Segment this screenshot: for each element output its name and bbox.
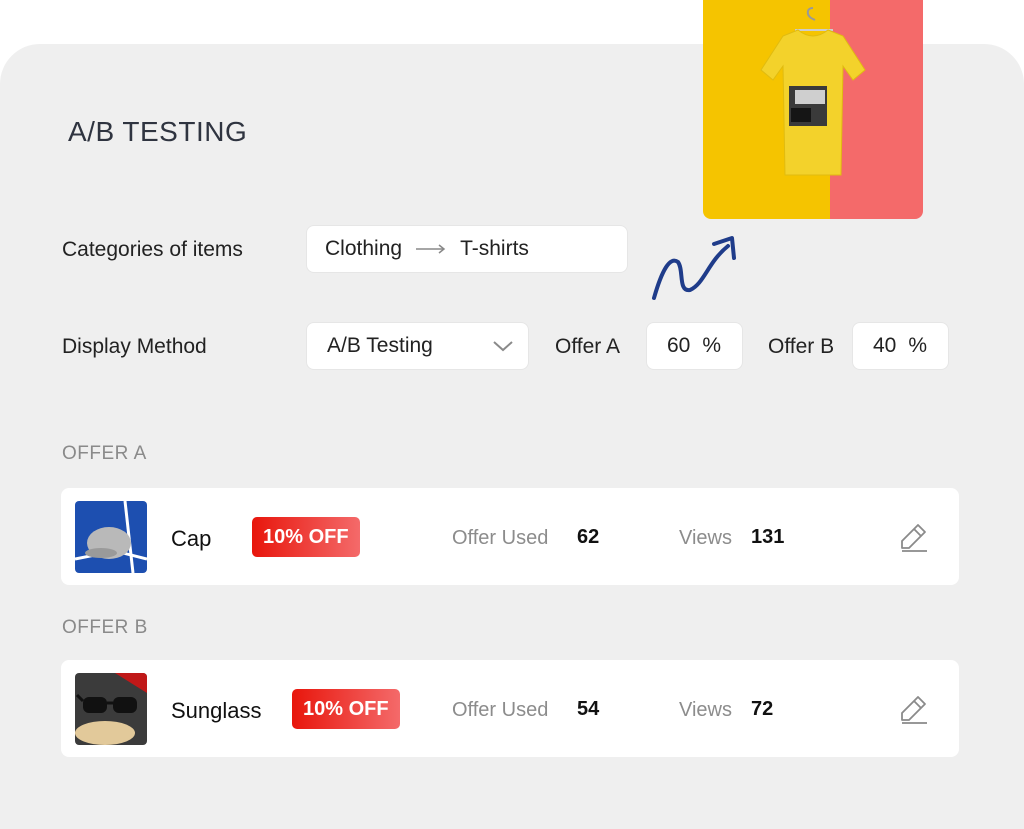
- offer-used-label: Offer Used: [452, 527, 549, 549]
- sunglass-thumbnail: [75, 673, 147, 745]
- offer-b-percent-value: 40: [873, 334, 897, 357]
- cap-thumbnail: [75, 501, 147, 573]
- product-name: Cap: [171, 526, 212, 551]
- offer-b-percent-input[interactable]: 40 %: [852, 322, 949, 370]
- categories-label: Categories of items: [62, 238, 243, 261]
- edit-pencil-icon[interactable]: [899, 694, 929, 724]
- offer-a-percent-input[interactable]: 60 %: [646, 322, 743, 370]
- display-method-select[interactable]: A/B Testing: [306, 322, 529, 370]
- offer-a-percent-value: 60: [667, 334, 691, 357]
- category-from: Clothing: [325, 237, 403, 260]
- discount-badge: 10% OFF: [252, 517, 360, 557]
- edit-pencil-icon[interactable]: [899, 522, 929, 552]
- offer-b-section-label: OFFER B: [62, 617, 148, 638]
- views-label: Views: [679, 699, 732, 721]
- tshirt-product-image: [703, 0, 923, 219]
- hand-drawn-arrow-icon: [652, 236, 736, 300]
- arrow-right-icon: [416, 244, 446, 254]
- display-method-value: A/B Testing: [327, 334, 433, 357]
- product-name: Sunglass: [171, 698, 262, 723]
- category-path-field[interactable]: Clothing T-shirts: [306, 225, 628, 273]
- offer-b-card: Sunglass 10% OFF Offer Used 54 Views 72: [61, 660, 959, 757]
- display-method-label: Display Method: [62, 335, 207, 358]
- offer-a-label: Offer A: [555, 335, 620, 358]
- page-title: A/B TESTING: [68, 116, 248, 147]
- category-to: T-shirts: [460, 237, 529, 260]
- offer-used-label: Offer Used: [452, 699, 549, 721]
- offer-b-label: Offer B: [768, 335, 835, 358]
- views-value: 131: [751, 526, 785, 548]
- offer-a-card: Cap 10% OFF Offer Used 62 Views 131: [61, 488, 959, 585]
- percent-sign: %: [908, 334, 928, 357]
- views-value: 72: [751, 698, 774, 720]
- views-label: Views: [679, 527, 732, 549]
- discount-badge: 10% OFF: [292, 689, 400, 729]
- percent-sign: %: [702, 334, 722, 357]
- offer-used-value: 62: [577, 526, 600, 548]
- offer-a-section-label: OFFER A: [62, 443, 147, 464]
- offer-used-value: 54: [577, 698, 600, 720]
- chevron-down-icon: [493, 341, 513, 352]
